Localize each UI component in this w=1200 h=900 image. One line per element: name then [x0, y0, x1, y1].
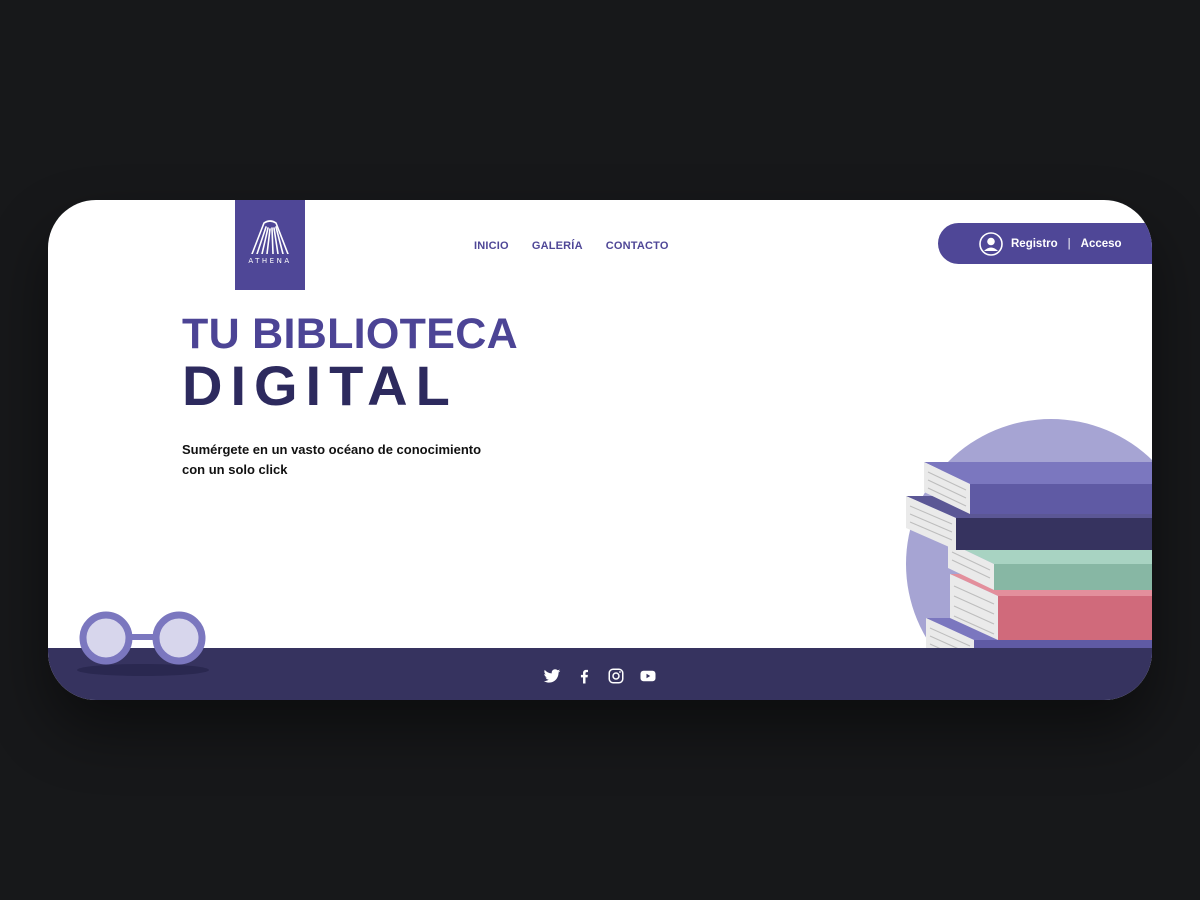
auth-pill: Registro | Acceso	[938, 223, 1152, 264]
hero-subtitle: Sumérgete en un vasto océano de conocimi…	[182, 440, 482, 480]
twitter-icon[interactable]	[542, 667, 562, 685]
social-links	[542, 667, 658, 685]
brand-name: ATHENA	[248, 257, 292, 265]
hero-title-line1: TU BIBLIOTECA	[182, 310, 518, 358]
hero-title-line2: DIGITAL	[182, 354, 458, 417]
register-link[interactable]: Registro	[1011, 238, 1058, 250]
hero-section: TU BIBLIOTECA DIGITAL Sumérgete en un va…	[182, 310, 518, 480]
facebook-icon[interactable]	[574, 667, 594, 685]
hero-subtitle-line2: con un solo click	[182, 462, 288, 477]
book-top	[924, 462, 1152, 514]
book-stack-illustration	[906, 419, 1152, 658]
main-nav: INICIO GALERÍA CONTACTO	[474, 240, 669, 252]
instagram-icon[interactable]	[606, 667, 626, 685]
nav-contacto[interactable]: CONTACTO	[606, 240, 669, 252]
nav-galeria[interactable]: GALERÍA	[532, 240, 583, 252]
nav-inicio[interactable]: INICIO	[474, 240, 509, 252]
auth-separator: |	[1067, 237, 1071, 250]
column-logo-icon	[251, 220, 289, 254]
youtube-icon[interactable]	[638, 667, 658, 685]
glasses-illustration	[77, 611, 209, 676]
user-icon[interactable]	[979, 231, 1003, 256]
login-link[interactable]: Acceso	[1081, 238, 1122, 250]
athena-logo[interactable]: ATHENA	[235, 200, 305, 290]
landing-card: ATHENA INICIO GALERÍA CONTACTO Registro …	[48, 200, 1152, 700]
hero-subtitle-line1: Sumérgete en un vasto océano de conocimi…	[182, 442, 482, 457]
